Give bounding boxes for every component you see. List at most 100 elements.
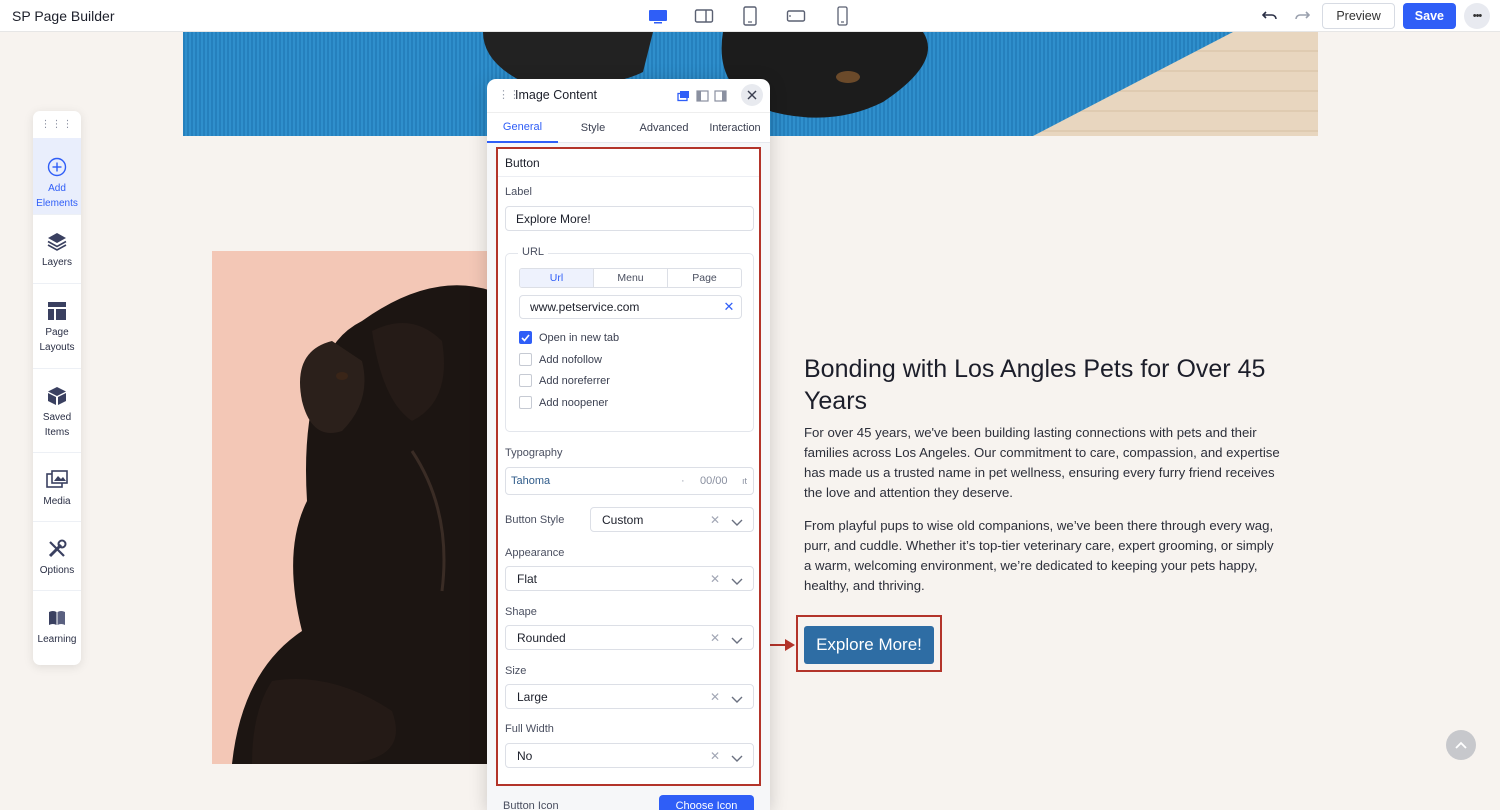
tab-style[interactable]: Style bbox=[558, 113, 628, 143]
sidebar-item-label: Page Layouts bbox=[39, 327, 75, 353]
checkbox-noreferrer[interactable]: Add noreferrer bbox=[519, 374, 610, 387]
desktop-icon[interactable] bbox=[646, 6, 670, 26]
url-value: www.petservice.com bbox=[530, 300, 640, 314]
sidebar-item-add-elements[interactable]: Add Elements bbox=[33, 138, 81, 214]
full-width-value: No bbox=[517, 748, 533, 763]
panel-tabs: General Style Advanced Interaction bbox=[487, 112, 770, 143]
media-icon bbox=[46, 468, 68, 492]
toolbar-actions: Preview Save ••• bbox=[1258, 3, 1490, 29]
dog-photo bbox=[212, 251, 492, 764]
sidebar-item-options[interactable]: Options bbox=[33, 521, 81, 590]
chevron-down-icon[interactable] bbox=[731, 693, 743, 703]
clear-icon[interactable]: ✕ bbox=[710, 513, 720, 527]
url-mode-url[interactable]: Url bbox=[520, 269, 593, 287]
tablet-landscape-icon[interactable] bbox=[784, 6, 808, 26]
url-input[interactable]: www.petservice.com ✕ bbox=[519, 295, 742, 319]
appearance-select[interactable]: Flat ✕ bbox=[505, 566, 754, 591]
url-group: URL Url Menu Page www.petservice.com ✕ O… bbox=[505, 246, 754, 432]
clear-icon[interactable]: ✕ bbox=[710, 572, 720, 586]
sidebar-item-label: Saved Items bbox=[42, 412, 72, 438]
layout-icon bbox=[47, 299, 67, 323]
checkbox-open-new-tab[interactable]: Open in new tab bbox=[519, 331, 619, 344]
explore-more-button[interactable]: Explore More! bbox=[804, 626, 934, 664]
button-style-label: Button Style bbox=[505, 514, 565, 526]
app-title: SP Page Builder bbox=[12, 8, 115, 24]
choose-icon-button[interactable]: Choose Icon bbox=[659, 795, 754, 810]
save-button[interactable]: Save bbox=[1402, 3, 1456, 29]
dock-right-icon[interactable] bbox=[714, 89, 727, 102]
checkbox-icon[interactable] bbox=[519, 396, 532, 409]
drag-handle-icon[interactable]: ⋮⋮⋮ bbox=[33, 111, 81, 138]
tab-general[interactable]: General bbox=[487, 113, 558, 143]
size-select[interactable]: Large ✕ bbox=[505, 684, 754, 709]
chevron-down-icon[interactable] bbox=[731, 634, 743, 644]
chevron-down-icon[interactable] bbox=[731, 516, 743, 526]
shape-value: Rounded bbox=[517, 630, 566, 645]
tablet-icon[interactable] bbox=[738, 6, 762, 26]
typography-control[interactable]: Tahoma · 00/00 ıt bbox=[505, 467, 754, 495]
redo-icon[interactable] bbox=[1290, 4, 1314, 28]
typography-label: Typography bbox=[505, 447, 563, 459]
checkbox-checked-icon[interactable] bbox=[519, 331, 532, 344]
sidebar-item-label: Options bbox=[39, 565, 75, 576]
float-window-icon[interactable] bbox=[677, 89, 690, 102]
clear-icon[interactable]: ✕ bbox=[710, 690, 720, 704]
full-width-select[interactable]: No ✕ bbox=[505, 743, 754, 768]
clear-icon[interactable]: ✕ bbox=[710, 631, 720, 645]
mobile-icon[interactable] bbox=[830, 6, 854, 26]
button-settings-section: Button Label Explore More! URL Url Menu … bbox=[496, 147, 761, 786]
shape-select[interactable]: Rounded ✕ bbox=[505, 625, 754, 650]
checkbox-icon[interactable] bbox=[519, 353, 532, 366]
size-label: Size bbox=[505, 665, 527, 677]
tab-interaction[interactable]: Interaction bbox=[700, 113, 770, 143]
tab-advanced[interactable]: Advanced bbox=[628, 113, 700, 143]
shape-label: Shape bbox=[505, 606, 537, 618]
sidebar-item-learning[interactable]: Learning bbox=[33, 590, 81, 658]
typography-toggle-icon[interactable]: ıt bbox=[742, 476, 747, 486]
more-options-button[interactable]: ••• bbox=[1464, 3, 1490, 29]
section-paragraph-2: From playful pups to wise old companions… bbox=[804, 518, 1274, 593]
typography-font: Tahoma bbox=[511, 475, 551, 487]
sidebar-item-label: Add Elements bbox=[36, 183, 78, 209]
checkbox-icon[interactable] bbox=[519, 374, 532, 387]
label-field-label: Label bbox=[505, 186, 532, 198]
typography-dot: · bbox=[681, 475, 685, 487]
clear-icon[interactable]: ✕ bbox=[710, 749, 720, 763]
chevron-down-icon[interactable] bbox=[731, 752, 743, 762]
box-icon bbox=[47, 384, 67, 408]
appearance-label: Appearance bbox=[505, 547, 565, 559]
sidebar-item-page-layouts[interactable]: Page Layouts bbox=[33, 283, 81, 368]
button-style-select[interactable]: Custom ✕ bbox=[590, 507, 754, 532]
dock-left-icon[interactable] bbox=[696, 89, 709, 102]
url-legend: URL bbox=[518, 246, 549, 258]
sidebar-item-label: Media bbox=[43, 496, 71, 507]
book-icon bbox=[47, 606, 67, 630]
label-input[interactable]: Explore More! bbox=[505, 206, 754, 231]
checkbox-label: Add noreferrer bbox=[539, 374, 610, 387]
clear-url-icon[interactable]: ✕ bbox=[722, 299, 736, 315]
sidebar-item-saved-items[interactable]: Saved Items bbox=[33, 368, 81, 452]
checkbox-label: Open in new tab bbox=[539, 331, 620, 344]
builder-sidebar: ⋮⋮⋮ Add Elements Layers Page Layouts Sav… bbox=[33, 111, 81, 665]
checkbox-nofollow[interactable]: Add nofollow bbox=[519, 353, 602, 366]
undo-icon[interactable] bbox=[1258, 4, 1282, 28]
url-mode-menu[interactable]: Menu bbox=[593, 269, 667, 287]
plus-circle-icon bbox=[47, 155, 67, 179]
layers-icon bbox=[47, 229, 67, 253]
chevron-down-icon[interactable] bbox=[731, 575, 743, 585]
section-title: Button bbox=[505, 156, 540, 170]
sidebar-item-media[interactable]: Media bbox=[33, 452, 81, 521]
size-value: Large bbox=[517, 689, 548, 704]
button-icon-label: Button Icon bbox=[503, 800, 559, 810]
sidebar-item-layers[interactable]: Layers bbox=[33, 214, 81, 283]
checkbox-label: Add nofollow bbox=[539, 353, 602, 366]
typography-size: 00/00 bbox=[700, 475, 728, 487]
divider bbox=[498, 176, 759, 177]
url-mode-page[interactable]: Page bbox=[667, 269, 741, 287]
tools-icon bbox=[47, 537, 67, 561]
preview-button[interactable]: Preview bbox=[1322, 3, 1395, 29]
laptop-icon[interactable] bbox=[692, 6, 716, 26]
scroll-to-top-button[interactable] bbox=[1446, 730, 1476, 760]
checkbox-noopener[interactable]: Add noopener bbox=[519, 396, 608, 409]
close-icon[interactable] bbox=[741, 84, 763, 106]
